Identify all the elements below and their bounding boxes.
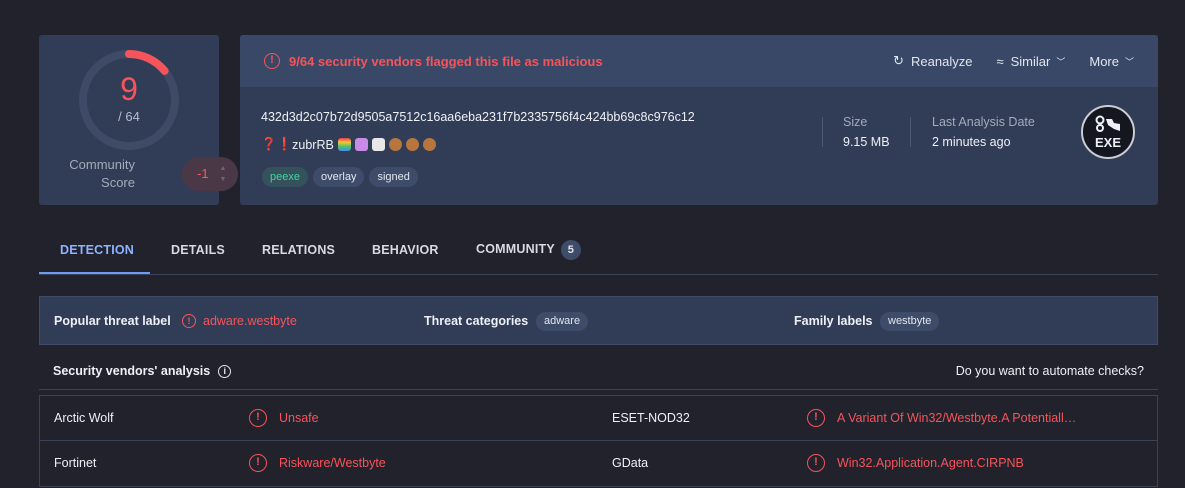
detection-count: 9: [120, 71, 138, 107]
vendor-row: Fortinet ! Riskware/Westbyte GData ! Win…: [39, 441, 1158, 487]
tab-detection[interactable]: DETECTION: [60, 243, 134, 257]
size-label: Size: [843, 115, 868, 129]
family-labels-label: Family labels: [794, 314, 873, 328]
vendor-result: ! Win32.Application.Agent.CIRPNB: [807, 454, 1024, 472]
file-hash[interactable]: 432d3d2c07b72d9505a7512c16aa6eba231f7b23…: [261, 110, 695, 124]
community-score-label: Community Score: [69, 157, 135, 190]
tab-behavior[interactable]: BEHAVIOR: [372, 243, 439, 257]
community-score-value: -1: [197, 166, 209, 181]
chevron-down-icon: ﹀: [1124, 56, 1134, 67]
ambulance-emoji-icon: [371, 138, 385, 151]
tag-signed[interactable]: signed: [369, 167, 418, 187]
last-analysis-value: 2 minutes ago: [932, 135, 1011, 149]
vendor-name: Arctic Wolf: [54, 411, 114, 425]
popular-threat-value[interactable]: ! adware.westbyte: [182, 314, 297, 328]
person-emoji-icon: [354, 138, 368, 151]
community-score-widget[interactable]: -1 ▲ ▼: [182, 157, 238, 191]
vendors-header: Security vendors' analysis i Do you want…: [39, 353, 1158, 390]
vendors-title: Security vendors' analysis i: [53, 364, 232, 378]
divider: [910, 117, 911, 147]
more-dropdown[interactable]: More ﹀: [1089, 54, 1134, 69]
vendor-row: Arctic Wolf ! Unsafe ESET-NOD32 ! A Vari…: [39, 395, 1158, 441]
size-value: 9.15 MB: [843, 135, 890, 149]
upvote-icon[interactable]: ▲: [218, 163, 228, 174]
report-tabs: DETECTION DETAILS RELATIONS BEHAVIOR COM…: [39, 230, 1158, 275]
alert-icon: !: [249, 409, 267, 427]
vendor-name: GData: [612, 456, 649, 470]
active-tab-indicator: [39, 272, 150, 274]
tag-overlay[interactable]: overlay: [312, 167, 365, 187]
malicious-alert: ! 9/64 security vendors flagged this fil…: [264, 53, 603, 69]
file-name-text: zubrRB: [292, 137, 334, 152]
family-label-tag[interactable]: westbyte: [880, 312, 940, 331]
info-icon[interactable]: i: [218, 364, 232, 378]
threat-category-tag[interactable]: adware: [536, 312, 589, 331]
vendor-name: ESET-NOD32: [612, 411, 690, 425]
monkey-emoji-icon: [388, 138, 402, 151]
malicious-banner: ! 9/64 security vendors flagged this fil…: [240, 35, 1158, 87]
vote-arrows[interactable]: ▲ ▼: [218, 163, 228, 185]
popular-threat-label: Popular threat label: [54, 314, 171, 328]
last-analysis-label: Last Analysis Date: [932, 115, 1035, 129]
alert-icon: !: [264, 53, 280, 69]
tab-relations[interactable]: RELATIONS: [262, 243, 335, 257]
alert-icon: !: [182, 314, 196, 328]
alert-icon: !: [249, 454, 267, 472]
downvote-icon[interactable]: ▼: [218, 174, 228, 185]
threat-summary: Popular threat label ! adware.westbyte T…: [39, 296, 1158, 345]
file-actions: ↻ Reanalyze ≈ Similar ﹀ More ﹀: [869, 53, 1134, 69]
reanalyze-button[interactable]: ↻ Reanalyze: [893, 53, 972, 69]
similar-dropdown[interactable]: ≈ Similar ﹀: [996, 54, 1065, 69]
chevron-down-icon: ﹀: [1056, 56, 1066, 67]
vendor-name: Fortinet: [54, 456, 97, 470]
malicious-alert-text: 9/64 security vendors flagged this file …: [289, 53, 603, 69]
tab-details[interactable]: DETAILS: [171, 243, 225, 257]
vendor-result: ! Unsafe: [249, 409, 319, 427]
file-type-badge: EXE: [1081, 105, 1135, 159]
alert-icon: !: [807, 454, 825, 472]
alert-icon: !: [807, 409, 825, 427]
monkey-emoji-icon: [422, 138, 436, 151]
file-tags: peexe overlay signed: [262, 167, 423, 187]
automate-checks-link[interactable]: Do you want to automate checks?: [956, 364, 1144, 378]
tag-peexe[interactable]: peexe: [262, 167, 308, 187]
detection-score-card: 9 / 64 Community Score -1 ▲ ▼: [39, 35, 238, 205]
detection-total: / 64: [118, 109, 140, 124]
file-name[interactable]: ❓❗ zubrRB: [261, 137, 436, 152]
vendor-result: ! Riskware/Westbyte: [249, 454, 386, 472]
vendor-result: ! A Variant Of Win32/Westbyte.A Potentia…: [807, 409, 1076, 427]
community-count-badge: 5: [560, 240, 581, 260]
file-name-prefix: ❓❗: [261, 137, 293, 151]
similar-icon: ≈: [996, 53, 1004, 69]
file-type-text: EXE: [1094, 135, 1121, 150]
threat-categories-label: Threat categories: [424, 314, 529, 328]
monkey-emoji-icon: [405, 138, 419, 151]
refresh-icon: ↻: [893, 53, 905, 68]
rainbow-emoji-icon: [337, 138, 351, 151]
file-summary-card: ! 9/64 security vendors flagged this fil…: [240, 35, 1158, 205]
tab-community[interactable]: COMMUNITY 5: [476, 240, 581, 260]
divider: [822, 117, 823, 147]
gears-icon: [1095, 115, 1120, 132]
